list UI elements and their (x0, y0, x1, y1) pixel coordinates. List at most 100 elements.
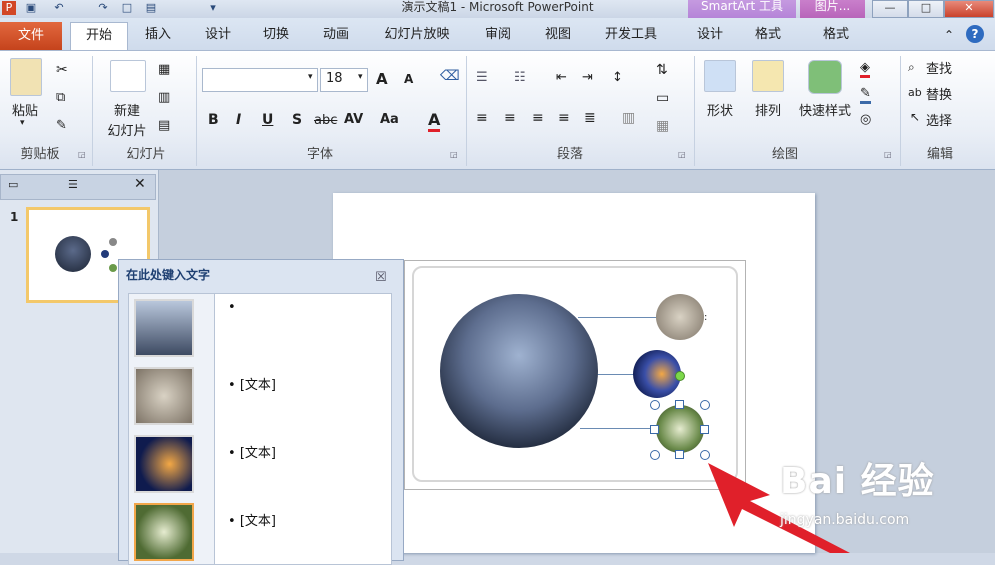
paste-button[interactable]: 粘贴 (8, 100, 42, 119)
paste-dropdown-icon[interactable]: ▾ (20, 118, 25, 128)
grow-font-button[interactable]: A (376, 70, 388, 88)
close-panel-icon[interactable]: ✕ (134, 176, 146, 192)
replace-button[interactable]: 替换 (926, 84, 952, 103)
strikethrough-button[interactable]: abc (314, 113, 337, 128)
shadow-button[interactable]: S (292, 112, 302, 128)
minimize-button[interactable]: — (872, 0, 908, 18)
decrease-indent-icon[interactable]: ⇤ (556, 70, 567, 85)
align-center-icon[interactable]: ≡ (504, 110, 516, 126)
new-slide-label-2[interactable]: 幻灯片 (100, 120, 154, 139)
align-right-icon[interactable]: ≡ (532, 110, 544, 126)
drawing-launcher-icon[interactable]: ◲ (884, 150, 892, 159)
reset-icon[interactable]: ▥ (158, 90, 170, 105)
paragraph-launcher-icon[interactable]: ◲ (678, 150, 686, 159)
font-color-button[interactable]: A (428, 110, 441, 132)
arrange-button[interactable]: 排列 (748, 100, 788, 119)
shapes-icon[interactable] (704, 60, 736, 92)
layout-icon[interactable]: ▦ (158, 62, 170, 77)
koala-image[interactable] (656, 294, 704, 340)
cut-icon[interactable]: ✂ (56, 62, 68, 78)
char-spacing-button[interactable]: AV (344, 112, 363, 127)
distributed-icon[interactable]: ≣ (584, 110, 596, 126)
tab-file[interactable]: 文件 (0, 22, 62, 50)
font-launcher-icon[interactable]: ◲ (450, 150, 458, 159)
select-button[interactable]: 选择 (926, 110, 952, 129)
align-left-icon[interactable]: ≡ (476, 110, 488, 126)
line-spacing-icon[interactable]: ↕ (612, 70, 623, 85)
paste-icon[interactable] (10, 58, 42, 96)
picture-placeholder-hydrangea[interactable] (134, 503, 194, 561)
text-direction-icon[interactable]: ⇅ (656, 62, 668, 78)
find-button[interactable]: 查找 (926, 58, 952, 77)
quick-styles-button[interactable]: 快速样式 (794, 100, 856, 119)
shape-effects-icon[interactable]: ◎ (860, 112, 871, 127)
underline-button[interactable]: U (262, 112, 273, 128)
numbering-icon[interactable]: ☷ (514, 70, 526, 85)
tab-view[interactable]: 视图 (538, 22, 578, 48)
resize-handle[interactable] (650, 425, 659, 434)
section-icon[interactable]: ▤ (158, 118, 170, 133)
tab-home[interactable]: 开始 (70, 22, 128, 51)
resize-handle[interactable] (650, 400, 660, 410)
bullet-item[interactable]: • [文本] (228, 510, 276, 529)
format-painter-icon[interactable]: ✎ (56, 118, 67, 133)
tab-slideshow[interactable]: 幻灯片放映 (380, 22, 454, 48)
find-icon[interactable]: ⌕ (908, 60, 915, 75)
outline-tab-icon[interactable]: ☰ (68, 178, 78, 191)
shape-outline-icon[interactable]: ✎ (860, 86, 871, 104)
picture-placeholder-koala[interactable] (134, 367, 194, 425)
resize-handle[interactable] (675, 400, 684, 409)
font-name-dropdown-icon[interactable]: ▾ (308, 72, 313, 82)
font-size-dropdown-icon[interactable]: ▾ (358, 72, 363, 82)
new-slide-label-1[interactable]: 新建 (104, 100, 150, 119)
tab-developer[interactable]: 开发工具 (600, 22, 662, 48)
maximize-button[interactable]: □ (908, 0, 944, 18)
tab-transitions[interactable]: 切换 (254, 22, 298, 48)
penguins-image[interactable] (440, 294, 598, 448)
hydrangea-image[interactable] (656, 405, 704, 453)
quick-styles-icon[interactable] (808, 60, 842, 94)
picture-placeholder-penguins[interactable] (134, 299, 194, 357)
italic-button[interactable]: I (236, 112, 241, 128)
bold-button[interactable]: B (208, 112, 219, 128)
bullets-icon[interactable]: ☰ (476, 70, 488, 85)
arrange-icon[interactable] (752, 60, 784, 92)
tab-picture-format[interactable]: 格式 (816, 22, 856, 48)
tab-smartart-design[interactable]: 设计 (690, 22, 730, 48)
resize-handle[interactable] (675, 450, 684, 459)
tab-animations[interactable]: 动画 (314, 22, 358, 48)
picture-placeholder-jellyfish[interactable] (134, 435, 194, 493)
minimize-ribbon-icon[interactable]: ⌃ (944, 28, 954, 42)
change-case-button[interactable]: Aa (380, 112, 399, 127)
clear-formatting-icon[interactable]: ⌫ (440, 68, 460, 84)
justify-icon[interactable]: ≡ (558, 110, 570, 126)
rotation-handle[interactable] (675, 371, 685, 381)
slides-tab-icon[interactable]: ▭ (8, 178, 18, 191)
tab-review[interactable]: 审阅 (478, 22, 518, 48)
columns-icon[interactable]: ▥ (622, 110, 635, 126)
copy-icon[interactable]: ⧉ (56, 90, 65, 105)
shapes-button[interactable]: 形状 (700, 100, 740, 119)
help-icon[interactable]: ? (966, 25, 984, 43)
align-text-icon[interactable]: ▭ (656, 90, 669, 106)
bullet-item[interactable]: • [文本] (228, 442, 276, 461)
bullet-item[interactable]: • [文本] (228, 374, 276, 393)
shape-fill-icon[interactable]: ◈ (860, 60, 870, 78)
convert-smartart-icon[interactable]: ▦ (656, 118, 669, 134)
select-icon[interactable]: ↖ (910, 110, 920, 124)
bullet-item[interactable]: • (228, 300, 236, 315)
text-pane-close-icon[interactable]: ☒ (375, 270, 387, 285)
new-slide-icon[interactable] (110, 60, 146, 92)
font-name-input[interactable] (202, 68, 318, 92)
close-window-button[interactable]: ✕ (944, 0, 994, 18)
resize-handle[interactable] (700, 400, 710, 410)
replace-icon[interactable]: ab (908, 86, 922, 99)
tab-smartart-format[interactable]: 格式 (748, 22, 788, 48)
jellyfish-image[interactable] (633, 350, 681, 398)
increase-indent-icon[interactable]: ⇥ (582, 70, 593, 85)
clipboard-launcher-icon[interactable]: ◲ (78, 150, 86, 159)
tab-design[interactable]: 设计 (196, 22, 240, 48)
resize-handle[interactable] (650, 450, 660, 460)
shrink-font-button[interactable]: A (404, 72, 413, 86)
tab-insert[interactable]: 插入 (136, 22, 180, 48)
